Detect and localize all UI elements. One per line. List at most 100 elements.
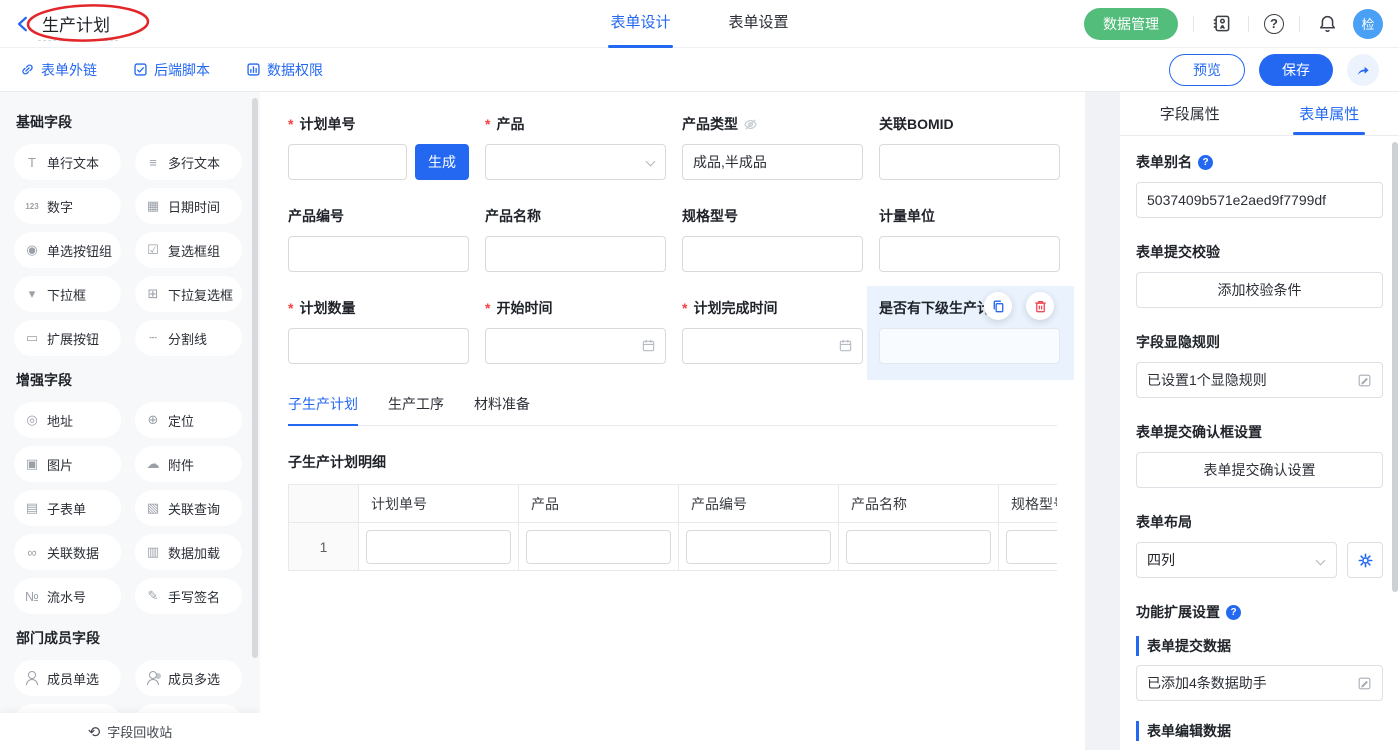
- sidebar-item-locate[interactable]: ⊕定位: [135, 402, 242, 438]
- form-alias-input[interactable]: [1136, 182, 1383, 218]
- add-validation-button[interactable]: 添加校验条件: [1136, 272, 1383, 308]
- data-permission[interactable]: 数据权限: [246, 60, 323, 80]
- unit-input[interactable]: [879, 236, 1060, 272]
- extension-settings-label: 功能扩展设置 ?: [1136, 602, 1383, 622]
- plan-qty-input[interactable]: [288, 328, 469, 364]
- contacts-icon[interactable]: [1209, 12, 1233, 36]
- tab-sub-production-plan[interactable]: 子生产计划: [288, 394, 358, 426]
- delete-field-button[interactable]: [1026, 292, 1054, 320]
- column-header-index: [289, 485, 359, 523]
- tab-field-properties[interactable]: 字段属性: [1120, 92, 1260, 135]
- sidebar-item-multi-line-text[interactable]: ≡多行文本: [135, 144, 242, 180]
- has-sub-plan-input[interactable]: [879, 328, 1060, 364]
- properties-tabs: 字段属性 表单属性: [1120, 92, 1399, 136]
- extend-button-icon: ▭: [24, 330, 40, 346]
- field-product-code[interactable]: 产品编号: [288, 206, 469, 272]
- help-badge-icon[interactable]: ?: [1226, 605, 1241, 620]
- field-recycle-bin[interactable]: ⟲ 字段回收站: [0, 713, 260, 750]
- preview-button[interactable]: 预览: [1169, 54, 1245, 86]
- form-layout-select[interactable]: 四列: [1136, 542, 1337, 578]
- cell-product-input[interactable]: [526, 530, 671, 564]
- product-select[interactable]: [485, 144, 666, 180]
- data-manage-button[interactable]: 数据管理: [1084, 8, 1178, 40]
- field-plan-qty[interactable]: 计划数量: [288, 298, 469, 364]
- help-icon[interactable]: ?: [1264, 14, 1284, 34]
- field-unit[interactable]: 计量单位: [879, 206, 1060, 272]
- avatar[interactable]: 检: [1353, 9, 1383, 39]
- product-type-input[interactable]: [682, 144, 863, 180]
- divider: [1248, 16, 1249, 32]
- cell-product-code-input[interactable]: [686, 530, 831, 564]
- field-library-sidebar: 基础字段 T单行文本 ≡多行文本 123数字 ▦日期时间 ◉单选按钮组 ☑复选框…: [0, 92, 260, 750]
- field-bom-id[interactable]: 关联BOMID: [879, 114, 1060, 180]
- field-start-time[interactable]: 开始时间: [485, 298, 666, 364]
- plan-no-input[interactable]: [288, 144, 407, 180]
- tab-material-prep[interactable]: 材料准备: [474, 394, 530, 426]
- form-external-link[interactable]: 表单外链: [20, 60, 97, 80]
- start-time-input[interactable]: [485, 328, 666, 364]
- sidebar-item-subform[interactable]: ▤子表单: [14, 490, 121, 526]
- cell-plan-no-input[interactable]: [366, 530, 511, 564]
- save-button[interactable]: 保存: [1259, 54, 1333, 86]
- backend-script[interactable]: 后端脚本: [133, 60, 210, 80]
- sidebar-item-image[interactable]: ▣图片: [14, 446, 121, 482]
- sidebar-item-radio-group[interactable]: ◉单选按钮组: [14, 232, 121, 268]
- product-code-input[interactable]: [288, 236, 469, 272]
- backend-script-label: 后端脚本: [154, 60, 210, 80]
- sidebar-item-number[interactable]: 123数字: [14, 188, 121, 224]
- form-field-grid: 计划单号 生成 产品 产品类型 关联BOMID: [288, 114, 1057, 364]
- sidebar-item-related-query[interactable]: ▧关联查询: [135, 490, 242, 526]
- field-product[interactable]: 产品: [485, 114, 666, 180]
- sidebar-item-datetime[interactable]: ▦日期时间: [135, 188, 242, 224]
- tab-production-process[interactable]: 生产工序: [388, 394, 444, 426]
- sidebar-scrollbar[interactable]: [252, 98, 258, 658]
- sidebar-item-address[interactable]: ◎地址: [14, 402, 121, 438]
- edit-icon[interactable]: [1357, 373, 1372, 388]
- field-label: 计划完成时间: [682, 298, 863, 318]
- field-finish-time[interactable]: 计划完成时间: [682, 298, 863, 364]
- tab-form-properties[interactable]: 表单属性: [1260, 92, 1399, 135]
- sidebar-item-signature[interactable]: ✎手写签名: [135, 578, 242, 614]
- sidebar-item-related-data[interactable]: ∞关联数据: [14, 534, 121, 570]
- field-product-type[interactable]: 产品类型: [682, 114, 863, 180]
- column-header: 产品编号: [679, 485, 839, 523]
- sidebar-item-member-single[interactable]: 成员单选: [14, 660, 121, 696]
- submit-confirm-label: 表单提交确认框设置: [1136, 422, 1383, 442]
- field-spec[interactable]: 规格型号: [682, 206, 863, 272]
- help-badge-icon[interactable]: ?: [1198, 155, 1213, 170]
- submit-confirm-button[interactable]: 表单提交确认设置: [1136, 452, 1383, 488]
- bell-icon[interactable]: [1315, 12, 1339, 36]
- copy-field-button[interactable]: [984, 292, 1012, 320]
- share-button[interactable]: [1347, 54, 1379, 86]
- field-product-name[interactable]: 产品名称: [485, 206, 666, 272]
- field-plan-no[interactable]: 计划单号 生成: [288, 114, 469, 180]
- panel-scrollbar[interactable]: [1392, 142, 1398, 592]
- edit-icon[interactable]: [1357, 676, 1372, 691]
- field-has-sub-plan-selected[interactable]: 是否有下级生产计.: [879, 298, 1060, 364]
- sidebar-item-divider[interactable]: ┄分割线: [135, 320, 242, 356]
- finish-time-input[interactable]: [682, 328, 863, 364]
- sidebar-item-multi-select[interactable]: ⊞下拉复选框: [135, 276, 242, 312]
- divider: [1299, 16, 1300, 32]
- spec-input[interactable]: [682, 236, 863, 272]
- sidebar-item-attachment[interactable]: ☁附件: [135, 446, 242, 482]
- signature-icon: ✎: [145, 588, 161, 604]
- cell-product-name-input[interactable]: [846, 530, 991, 564]
- sidebar-item-checkbox-group[interactable]: ☑复选框组: [135, 232, 242, 268]
- submit-data-box[interactable]: 已添加4条数据助手: [1136, 665, 1383, 701]
- cell-spec-input[interactable]: [1006, 530, 1057, 564]
- sidebar-item-single-line-text[interactable]: T单行文本: [14, 144, 121, 180]
- recycle-label: 字段回收站: [107, 722, 172, 741]
- sidebar-item-extend-button[interactable]: ▭扩展按钮: [14, 320, 121, 356]
- sidebar-item-select[interactable]: ▾下拉框: [14, 276, 121, 312]
- visibility-rules-box[interactable]: 已设置1个显隐规则: [1136, 362, 1383, 398]
- product-name-input[interactable]: [485, 236, 666, 272]
- tab-form-settings[interactable]: 表单设置: [729, 0, 789, 48]
- layout-settings-button[interactable]: [1347, 542, 1383, 578]
- tab-form-design[interactable]: 表单设计: [610, 0, 670, 48]
- bom-id-input[interactable]: [879, 144, 1060, 180]
- sidebar-item-serial-number[interactable]: №流水号: [14, 578, 121, 614]
- sidebar-item-data-load[interactable]: ▥数据加载: [135, 534, 242, 570]
- generate-button[interactable]: 生成: [415, 144, 469, 180]
- sidebar-item-member-multi[interactable]: 成员多选: [135, 660, 242, 696]
